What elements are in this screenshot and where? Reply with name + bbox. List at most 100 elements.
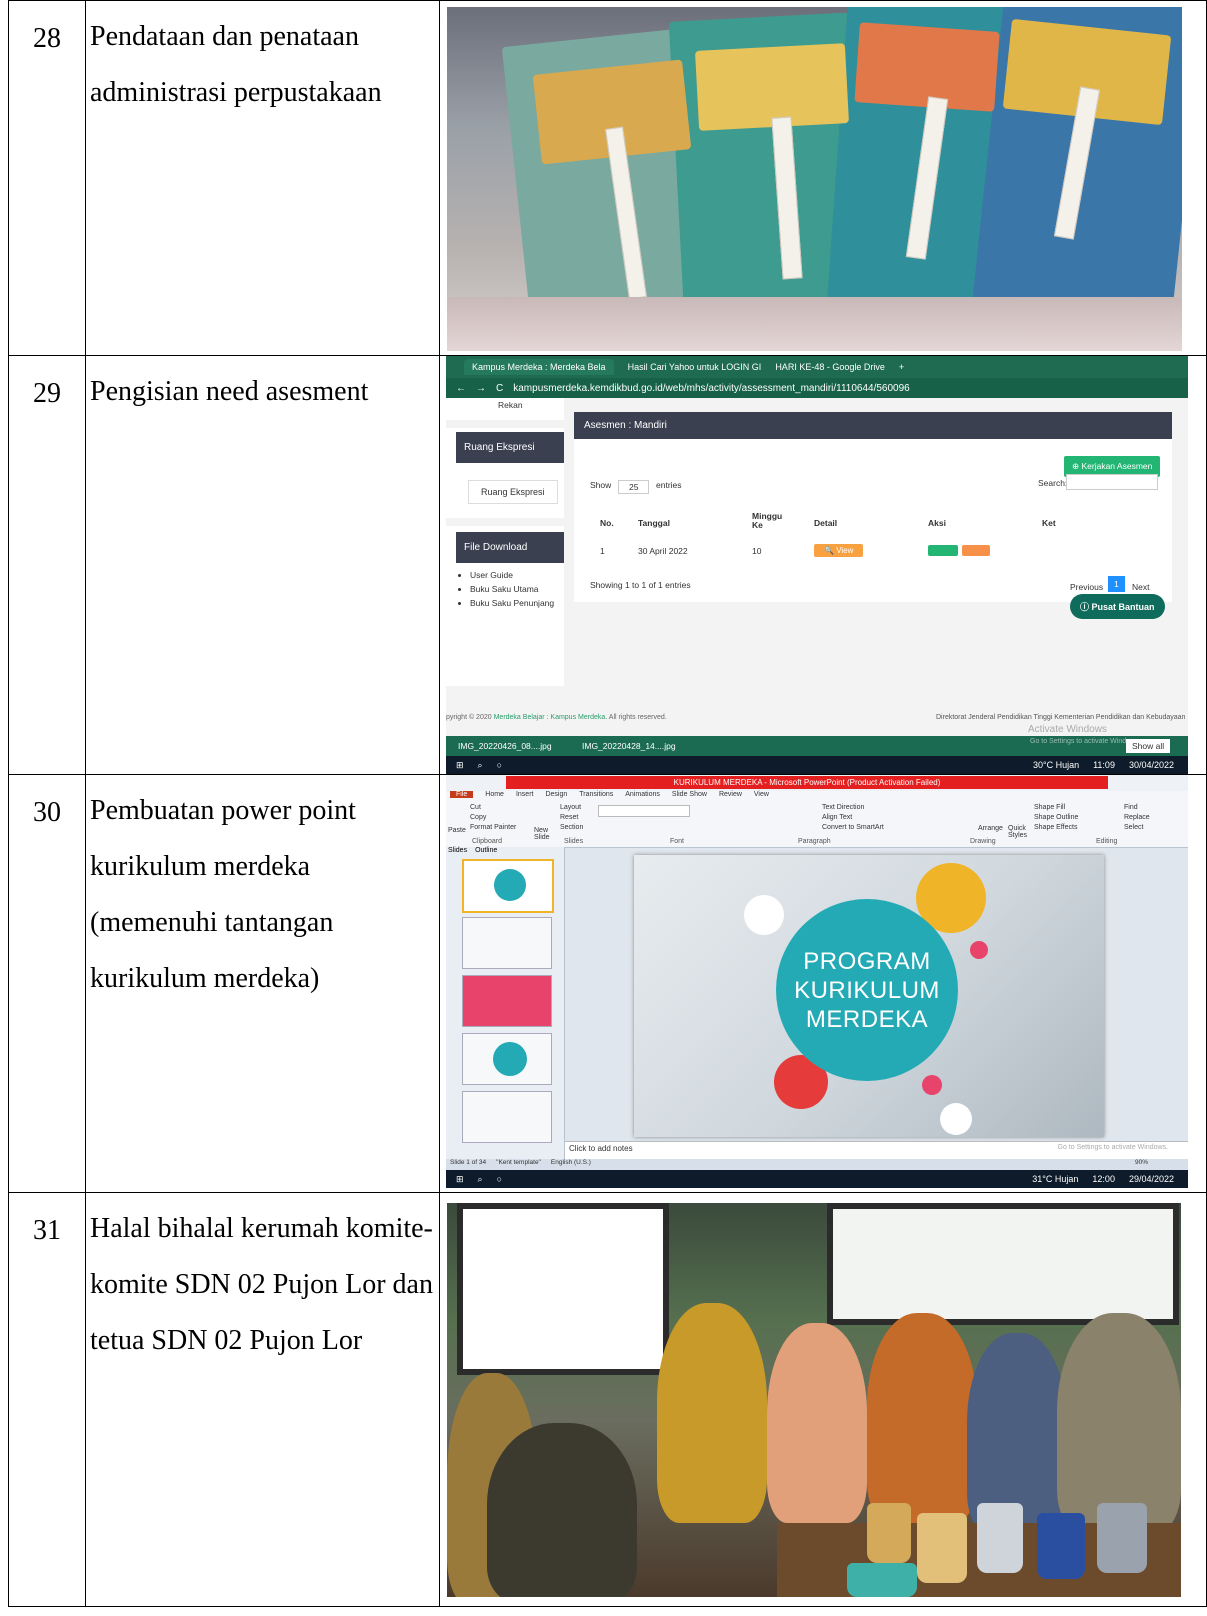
assessment-card bbox=[574, 412, 1172, 602]
browser-tab[interactable]: HARI KE-48 - Google Drive bbox=[775, 362, 885, 372]
reload-icon[interactable]: C bbox=[496, 383, 503, 394]
shape-effects-button[interactable]: Shape Effects bbox=[1034, 823, 1078, 833]
slide-thumbnail[interactable] bbox=[462, 1033, 552, 1085]
activity-description: Pendataan dan penataan administrasi perp… bbox=[85, 0, 440, 356]
format-painter-button[interactable]: Format Painter bbox=[470, 823, 516, 833]
jar bbox=[1097, 1503, 1147, 1573]
entries-label: entries bbox=[656, 480, 682, 490]
group-labels: Clipboard Slides Font Paragraph Drawing … bbox=[446, 838, 1188, 847]
browser-tab[interactable]: Hasil Cari Yahoo untuk LOGIN GI bbox=[628, 362, 762, 372]
back-icon[interactable]: ← bbox=[456, 383, 466, 394]
ruang-button[interactable]: Ruang Ekspresi bbox=[468, 480, 558, 504]
arrange-button[interactable]: Arrange bbox=[978, 825, 1003, 832]
ribbon-tab[interactable]: View bbox=[754, 791, 769, 798]
smartart-button[interactable]: Convert to SmartArt bbox=[822, 823, 884, 833]
file-link[interactable]: Buku Saku Penunjang bbox=[470, 596, 560, 610]
windows-start-icon[interactable]: ⊞ bbox=[456, 760, 464, 771]
decor-dot bbox=[970, 941, 988, 959]
browser-tab[interactable]: Kampus Merdeka : Merdeka Bela bbox=[464, 359, 614, 375]
replace-button[interactable]: Replace bbox=[1124, 813, 1150, 823]
new-tab-icon[interactable]: + bbox=[899, 362, 904, 372]
screenshot-cell: KURIKULUM MERDEKA - Microsoft PowerPoint… bbox=[439, 774, 1207, 1193]
shape-outline-button[interactable]: Shape Outline bbox=[1034, 813, 1078, 823]
align-text-button[interactable]: Align Text bbox=[822, 813, 884, 823]
download-item[interactable]: IMG_20220426_08....jpg bbox=[458, 741, 552, 751]
assessment-title: Asesmen : Mandiri bbox=[574, 412, 1172, 439]
section-button[interactable]: Section bbox=[560, 823, 583, 833]
person bbox=[767, 1323, 867, 1523]
table-row: 28 Pendataan dan penataan administrasi p… bbox=[8, 0, 1207, 356]
ribbon-tab[interactable]: Design bbox=[545, 791, 567, 798]
reset-button[interactable]: Reset bbox=[560, 813, 583, 823]
windows-start-icon[interactable]: ⊞ bbox=[456, 1174, 464, 1185]
forward-icon[interactable]: → bbox=[476, 383, 486, 394]
ribbon-tab[interactable]: Slide Show bbox=[672, 791, 707, 798]
show-all-button[interactable]: Show all bbox=[1126, 739, 1171, 753]
font-box[interactable] bbox=[598, 805, 690, 817]
sidebar-rekan[interactable]: Rekan bbox=[498, 400, 523, 410]
task-view-icon[interactable]: ○ bbox=[497, 760, 502, 770]
search-icon[interactable]: ⌕ bbox=[478, 1174, 483, 1185]
tissue-box bbox=[847, 1563, 917, 1597]
edit-button[interactable] bbox=[928, 545, 958, 556]
template-name: "Kent template" bbox=[496, 1159, 541, 1166]
next-button[interactable]: Next bbox=[1132, 582, 1149, 592]
weather-text: 30°C Hujan bbox=[1032, 760, 1080, 770]
file-link[interactable]: Buku Saku Utama bbox=[470, 582, 560, 596]
layout-button[interactable]: Layout bbox=[560, 803, 583, 813]
slide-thumbnail[interactable] bbox=[462, 975, 552, 1027]
ribbon-tab[interactable]: Home bbox=[485, 791, 504, 798]
select-button[interactable]: Select bbox=[1124, 823, 1150, 833]
slide-thumbnail-panel: Slides Outline bbox=[446, 847, 565, 1162]
file-link[interactable]: User Guide bbox=[470, 568, 560, 582]
ribbon-tab[interactable]: Transitions bbox=[579, 791, 613, 798]
view-button[interactable]: 🔍 View bbox=[814, 544, 864, 557]
jar bbox=[977, 1503, 1023, 1573]
slide-thumbnail[interactable] bbox=[462, 1091, 552, 1143]
slide-thumbnail[interactable] bbox=[462, 917, 552, 969]
ribbon-tab[interactable]: Review bbox=[719, 791, 742, 798]
quick-styles-button[interactable]: Quick Styles bbox=[1008, 825, 1032, 839]
ppt-title: KURIKULUM MERDEKA - Microsoft PowerPoint… bbox=[506, 776, 1108, 789]
find-button[interactable]: Find bbox=[1124, 803, 1150, 813]
ribbon-tab[interactable]: Insert bbox=[516, 791, 534, 798]
group-label: Slides bbox=[564, 838, 584, 845]
url-text[interactable]: kampusmerdeka.kemdikbud.go.id/web/mhs/ac… bbox=[513, 383, 910, 394]
col-no: No. bbox=[600, 518, 614, 528]
cut-button[interactable]: Cut bbox=[470, 803, 516, 813]
zoom-level[interactable]: 90% bbox=[1135, 1159, 1188, 1170]
shape-fill-button[interactable]: Shape Fill bbox=[1034, 803, 1078, 813]
previous-button[interactable]: Previous bbox=[1070, 582, 1103, 592]
outline-tab[interactable]: Outline bbox=[475, 847, 497, 854]
copy-button[interactable]: Copy bbox=[470, 813, 516, 823]
view-label: View bbox=[836, 546, 854, 555]
row-number: 28 bbox=[8, 0, 86, 356]
page-button[interactable]: 1 bbox=[1108, 576, 1125, 592]
slides-tab[interactable]: Slides bbox=[448, 847, 467, 854]
ribbon-tabs: File Home Insert Design Transitions Anim… bbox=[450, 791, 769, 798]
row-number: 31 bbox=[8, 1192, 86, 1607]
task-view-icon[interactable]: ○ bbox=[497, 1174, 502, 1184]
slides-items: Layout Reset Section bbox=[560, 803, 583, 833]
download-item[interactable]: IMG_20220428_14....jpg bbox=[582, 741, 676, 751]
slide-canvas[interactable]: PROGRAM KURIKULUM MERDEKA bbox=[634, 855, 1104, 1137]
group-label: Font bbox=[670, 838, 685, 845]
col-aksi: Aksi bbox=[928, 518, 946, 528]
file-tab[interactable]: File bbox=[450, 791, 474, 798]
language: English (U.S.) bbox=[550, 1159, 591, 1166]
activate-sub: Go to Settings to activate Windows. bbox=[1057, 1144, 1169, 1151]
text-direction-button[interactable]: Text Direction bbox=[822, 803, 884, 813]
search-input[interactable] bbox=[1066, 474, 1158, 490]
copyright-link[interactable]: Merdeka Belajar : Kampus Merdeka bbox=[494, 714, 606, 721]
delete-button[interactable] bbox=[962, 545, 990, 556]
search-icon[interactable]: ⌕ bbox=[478, 760, 483, 771]
ribbon-tab[interactable]: Animations bbox=[625, 791, 660, 798]
showing-info: Showing 1 to 1 of 1 entries bbox=[590, 580, 691, 590]
person bbox=[487, 1423, 637, 1597]
slide-thumbnail[interactable] bbox=[462, 859, 554, 913]
help-button[interactable]: ⓘ Pusat Bantuan bbox=[1070, 594, 1165, 619]
entries-select[interactable]: 25 bbox=[618, 480, 650, 494]
paste-button[interactable]: Paste bbox=[448, 827, 466, 834]
panel-tabs: Slides Outline bbox=[448, 847, 497, 854]
group-label: Paragraph bbox=[798, 838, 831, 845]
